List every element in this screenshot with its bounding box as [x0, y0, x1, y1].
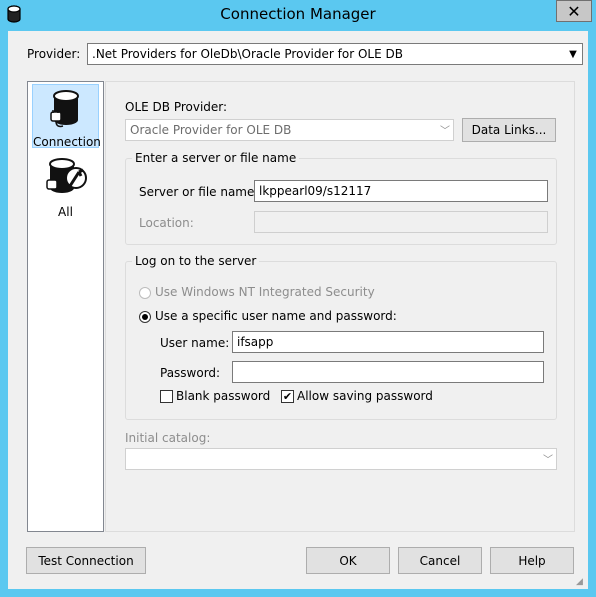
username-input[interactable]: ifsapp	[232, 331, 544, 353]
resize-grip-icon[interactable]: ◢	[576, 577, 586, 587]
chevron-down-icon[interactable]: ﹀	[440, 122, 450, 137]
blank-password-label: Blank password	[176, 389, 271, 403]
database-wrench-icon	[45, 158, 87, 193]
logon-group: Log on to the server Use Windows NT Inte…	[125, 254, 557, 420]
location-label: Location:	[139, 216, 194, 230]
provider-label: Provider:	[27, 47, 81, 61]
windows-security-radio[interactable]	[139, 287, 151, 299]
allow-saving-password-label: Allow saving password	[297, 389, 433, 403]
test-connection-button[interactable]: Test Connection	[26, 547, 146, 574]
close-icon: ✕	[567, 1, 581, 21]
provider-dropdown[interactable]: .Net Providers for OleDb\Oracle Provider…	[87, 43, 583, 65]
specific-user-label: Use a specific user name and password:	[155, 309, 397, 323]
oledb-provider-value: Oracle Provider for OLE DB	[130, 123, 292, 137]
connection-manager-window: Connection Manager ✕ Provider: .Net Prov…	[0, 0, 596, 597]
server-group: Enter a server or file name Server or fi…	[125, 151, 557, 245]
blank-password-checkbox[interactable]	[160, 390, 173, 403]
specific-user-radio[interactable]	[139, 311, 151, 323]
oledb-provider-label: OLE DB Provider:	[125, 100, 228, 114]
ok-button[interactable]: OK	[306, 547, 390, 574]
password-label: Password:	[160, 366, 221, 380]
sidebar-item-all[interactable]: All	[32, 154, 99, 219]
initial-catalog-dropdown[interactable]: ﹀	[125, 448, 557, 470]
server-group-title: Enter a server or file name	[132, 151, 300, 165]
server-label: Server or file name:	[139, 185, 259, 199]
username-label: User name:	[160, 336, 230, 350]
sidebar-item-label: Connection	[33, 135, 101, 149]
sidebar: Connection All	[27, 81, 104, 532]
window-title: Connection Manager	[220, 5, 376, 23]
data-links-button[interactable]: Data Links...	[462, 118, 556, 142]
initial-catalog-label: Initial catalog:	[125, 431, 211, 445]
dialog-body: Provider: .Net Providers for OleDb\Oracl…	[8, 31, 588, 589]
database-plug-icon	[49, 90, 79, 128]
chevron-down-icon[interactable]: ▼	[564, 44, 582, 64]
windows-security-label: Use Windows NT Integrated Security	[155, 285, 375, 299]
close-button[interactable]: ✕	[556, 0, 592, 22]
sidebar-item-label: All	[58, 205, 73, 219]
connection-panel: OLE DB Provider: Oracle Provider for OLE…	[105, 81, 575, 532]
sidebar-item-connection[interactable]: Connection	[32, 84, 101, 149]
title-bar[interactable]: Connection Manager ✕	[0, 0, 596, 30]
server-input[interactable]: lkppearl09/s12117	[254, 180, 548, 202]
password-input[interactable]	[232, 361, 544, 383]
help-button[interactable]: Help	[490, 547, 574, 574]
provider-value: .Net Providers for OleDb\Oracle Provider…	[92, 47, 403, 61]
oledb-provider-dropdown[interactable]: Oracle Provider for OLE DB ﹀	[125, 119, 454, 141]
chevron-down-icon[interactable]: ﹀	[543, 451, 553, 466]
location-input[interactable]	[254, 211, 548, 233]
cancel-button[interactable]: Cancel	[398, 547, 482, 574]
allow-saving-password-checkbox[interactable]: ✔	[281, 390, 294, 403]
logon-group-title: Log on to the server	[132, 254, 260, 268]
